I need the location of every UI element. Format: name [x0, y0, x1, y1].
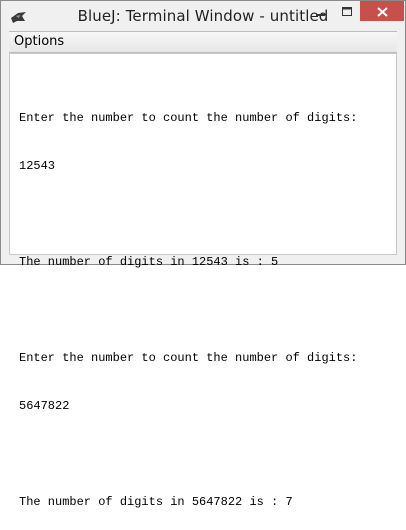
terminal-window: BlueJ: Terminal Window - untitled Option…	[0, 0, 406, 509]
title-bar[interactable]: BlueJ: Terminal Window - untitled	[1, 1, 405, 31]
minimize-button[interactable]	[307, 1, 334, 21]
close-icon	[376, 2, 388, 21]
menu-bar: Options	[9, 31, 397, 53]
maximize-icon	[342, 2, 352, 21]
terminal-text: Enter the number to count the number of …	[19, 78, 357, 530]
terminal-line: Enter the number to count the number of …	[19, 351, 358, 365]
terminal-output-area[interactable]: Enter the number to count the number of …	[9, 53, 397, 509]
terminal-line: Enter the number to count the number of …	[19, 111, 358, 125]
terminal-line: 12543	[19, 159, 56, 173]
close-button[interactable]	[360, 1, 404, 21]
maximize-button[interactable]	[334, 1, 360, 21]
terminal-line: The number of digits in 12543 is : 5	[19, 255, 279, 269]
terminal-line: 5647822	[19, 399, 70, 413]
menu-options[interactable]: Options	[12, 34, 66, 49]
terminal-line: The number of digits in 5647822 is : 7	[19, 495, 293, 509]
minimize-icon	[315, 2, 326, 21]
